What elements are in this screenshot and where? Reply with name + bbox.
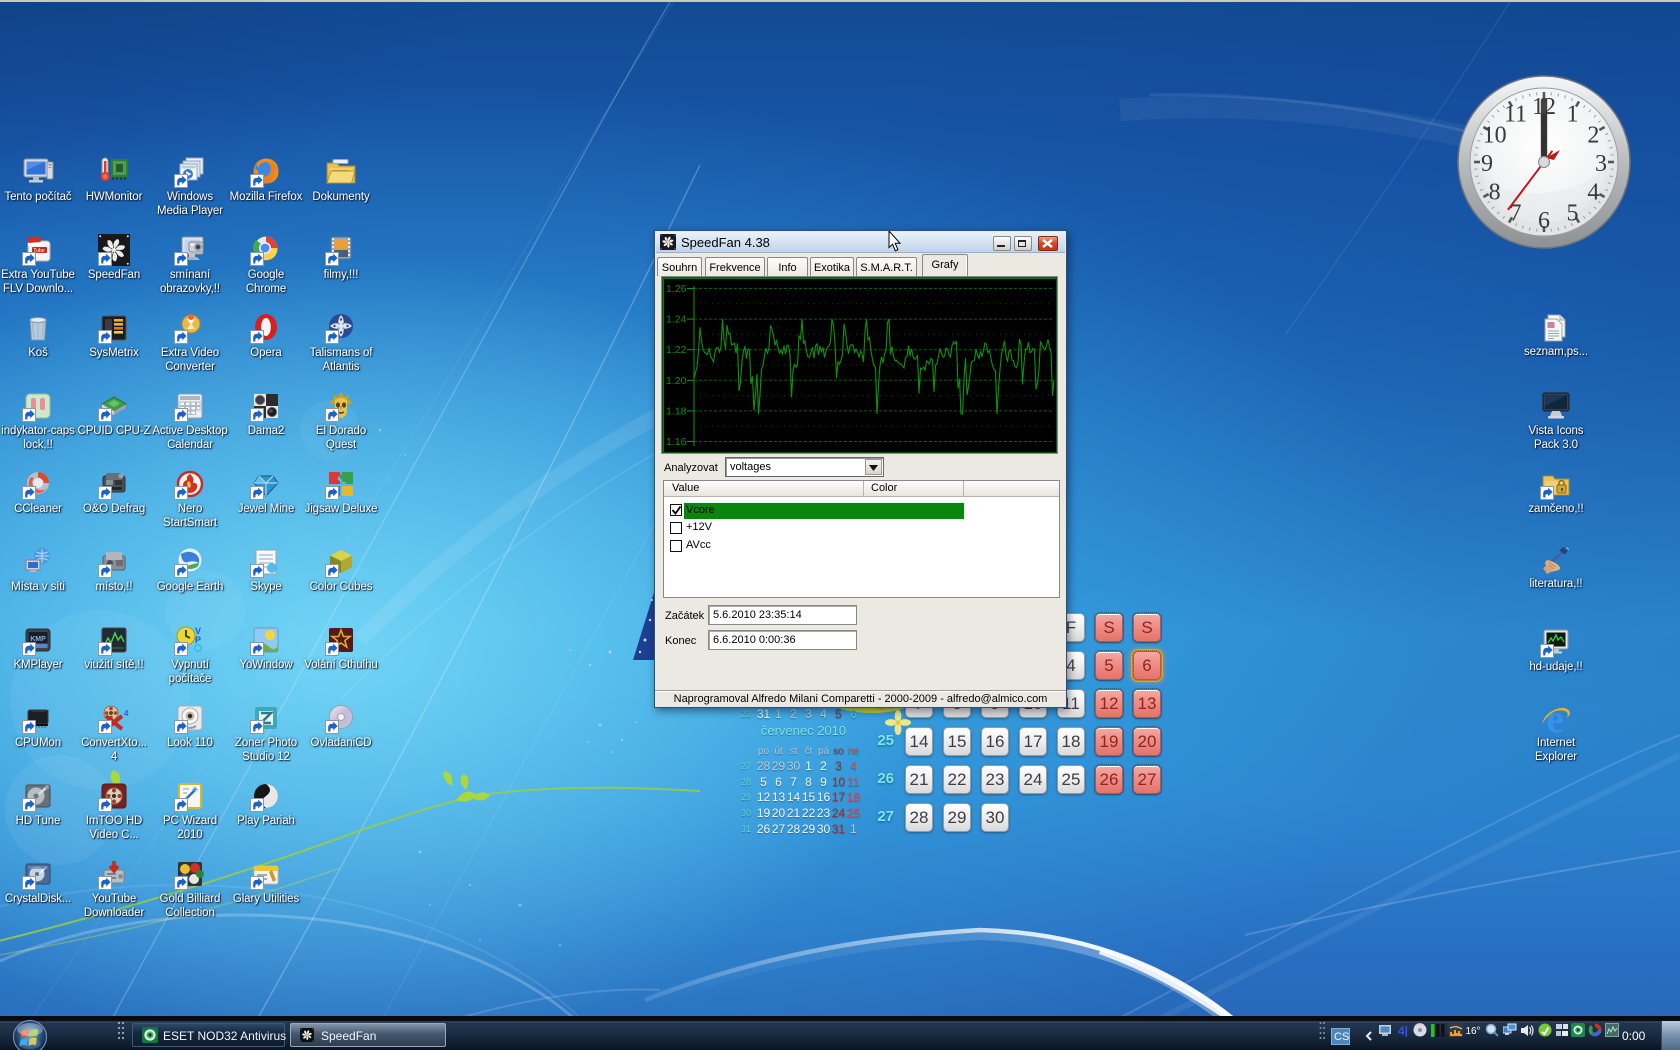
- svg-text:1.22: 1.22: [666, 344, 687, 356]
- svg-text:3: 3: [1595, 151, 1607, 177]
- svg-text:P: P: [195, 635, 201, 645]
- svg-text:16°: 16°: [1466, 1026, 1480, 1037]
- svg-text:1.18: 1.18: [666, 405, 687, 417]
- svg-text:1: 1: [1567, 102, 1579, 128]
- svg-text:2: 2: [1587, 123, 1599, 149]
- svg-text:4: 4: [124, 709, 129, 718]
- svg-text:5: 5: [1567, 200, 1579, 226]
- svg-text:4|: 4|: [1398, 1024, 1408, 1037]
- svg-text:e: e: [1546, 702, 1564, 734]
- svg-text:1.20: 1.20: [666, 375, 687, 387]
- svg-text:KMP: KMP: [30, 636, 46, 643]
- svg-text:1.24: 1.24: [666, 314, 687, 326]
- svg-text:9: 9: [1481, 151, 1493, 177]
- svg-text:1.16: 1.16: [666, 436, 687, 448]
- svg-text:8: 8: [1489, 180, 1501, 206]
- svg-text:11: 11: [1504, 102, 1527, 128]
- svg-text:1.26: 1.26: [666, 283, 687, 295]
- svg-text:4: 4: [1587, 180, 1599, 206]
- svg-text:6: 6: [1538, 208, 1550, 234]
